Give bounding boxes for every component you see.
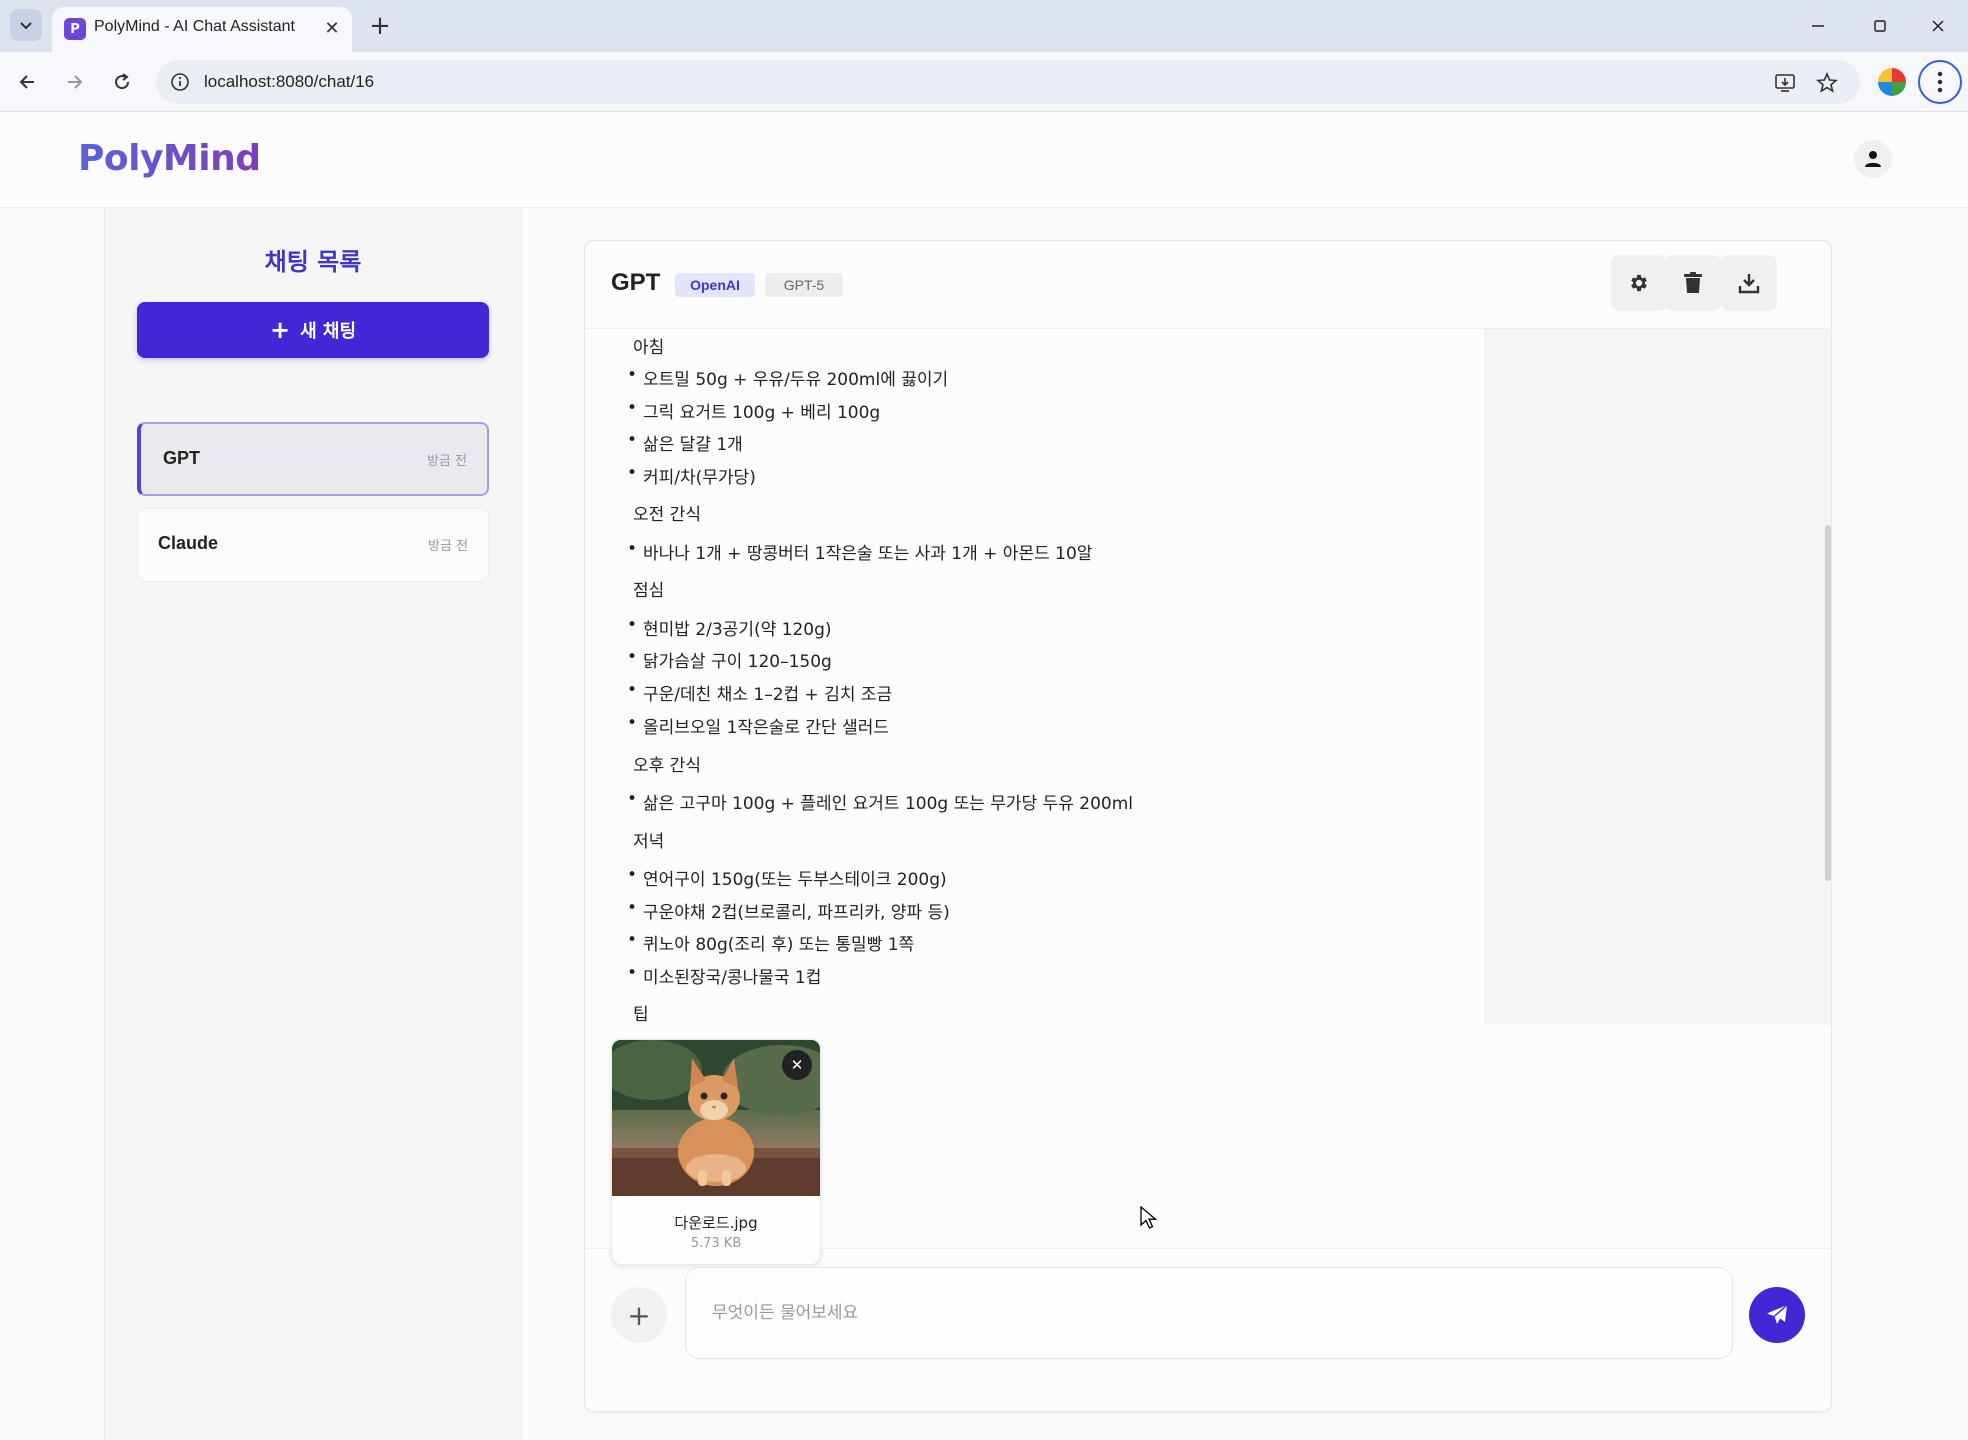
url-text[interactable]: localhost:8080/chat/16	[204, 72, 374, 92]
chat-item-time: 방금 전	[426, 454, 467, 469]
attachment-file-name: 다운로드.jpg	[674, 1214, 758, 1232]
message-list-item: 오트밀 50g + 우유/두유 200ml에 끓이기	[627, 365, 948, 390]
add-attachment-button[interactable]: +	[611, 1287, 667, 1343]
minimize-window-button[interactable]	[1800, 10, 1836, 42]
chat-item-gpt[interactable]: GPT 방금 전	[137, 422, 489, 496]
message-section-title: 점심	[633, 581, 665, 601]
chat-item-name: Claude	[158, 533, 219, 553]
message-composer: +	[585, 1249, 1831, 1411]
chat-item-time: 방금 전	[427, 539, 468, 554]
message-section-title: 오후 간식	[633, 756, 701, 776]
message-scrollbar[interactable]	[1823, 329, 1831, 1025]
sidebar-title: 채팅 목록	[264, 248, 362, 276]
download-icon	[1738, 274, 1760, 294]
message-list-item: 연어구이 150g(또는 두부스테이크 200g)	[627, 865, 947, 890]
message-section-title: 오전 간식	[633, 505, 701, 525]
back-button[interactable]	[12, 66, 44, 98]
message-list-item: 커피/차(무가당)	[627, 463, 756, 488]
model-version-badge: GPT-5	[765, 273, 843, 297]
attachment-card: ✕ 다운로드.jpg 5.73 KB	[611, 1039, 821, 1265]
plus-icon: +	[269, 316, 291, 344]
chat-item-claude[interactable]: Claude 방금 전	[137, 508, 489, 582]
assistant-message: 아침 오트밀 50g + 우유/두유 200ml에 끓이기 그릭 요거트 100…	[611, 329, 1511, 1025]
maximize-icon	[1874, 20, 1886, 32]
browser-toolbar: localhost:8080/chat/16	[0, 52, 1968, 112]
new-chat-button[interactable]: + 새 채팅	[137, 302, 489, 358]
tab-search-button[interactable]	[10, 9, 42, 41]
delete-chat-button[interactable]	[1665, 255, 1721, 311]
send-button[interactable]	[1749, 1287, 1805, 1343]
chat-item-name: GPT	[163, 448, 201, 468]
chat-header: GPT OpenAI GPT-5	[585, 241, 1831, 329]
message-list-item: 현미밥 2/3공기(약 120g)	[627, 615, 831, 640]
close-icon	[1932, 20, 1944, 32]
message-list-item: 구운야채 2컵(브로콜리, 파프리카, 양파 등)	[627, 898, 950, 923]
minimize-icon	[1812, 25, 1824, 27]
message-list-item: 그릭 요거트 100g + 베리 100g	[627, 398, 880, 423]
close-window-button[interactable]	[1920, 10, 1956, 42]
more-vertical-icon	[1937, 71, 1943, 93]
gear-icon	[1631, 274, 1647, 292]
message-list-item: 미소된장국/콩나물국 1컵	[627, 963, 821, 988]
bookmark-star-icon[interactable]	[1814, 70, 1840, 96]
extension-icon[interactable]	[1878, 68, 1906, 96]
message-list-item: 삶은 고구마 100g + 플레인 요거트 100g 또는 무가당 두유 200…	[627, 789, 1133, 814]
message-list[interactable]: 아침 오트밀 50g + 우유/두유 200ml에 끓이기 그릭 요거트 100…	[585, 329, 1831, 1025]
trash-icon	[1684, 272, 1702, 293]
chevron-down-icon	[20, 22, 32, 30]
message-list-item: 바나나 1개 + 땅콩버터 1작은술 또는 사과 1개 + 아몬드 10알	[627, 539, 1092, 564]
message-list-item: 구운/데친 채소 1–2컵 + 김치 조금	[627, 680, 892, 705]
model-name: GPT	[611, 269, 661, 296]
message-section-title: 저녁	[633, 832, 665, 852]
message-list-item: 닭가슴살 구이 120–150g	[627, 647, 832, 672]
forward-button[interactable]	[58, 66, 90, 98]
message-list-item: 올리브오일 1작은술로 간단 샐러드	[627, 713, 889, 738]
app-header: PolyMind	[0, 112, 1968, 208]
browser-menu-button[interactable]	[1918, 60, 1962, 104]
install-app-icon[interactable]	[1772, 70, 1798, 96]
mouse-cursor-icon	[1140, 1206, 1158, 1229]
attachment-preview-area: ✕ 다운로드.jpg 5.73 KB	[585, 1025, 1831, 1265]
download-chat-button[interactable]	[1721, 255, 1777, 311]
remove-attachment-button[interactable]: ✕	[782, 1050, 812, 1080]
arrow-right-icon	[68, 75, 83, 89]
maximize-window-button[interactable]	[1862, 10, 1898, 42]
scrollbar-thumb[interactable]	[1825, 525, 1831, 881]
message-list-item: 퀴노아 80g(조리 후) 또는 통밀빵 1쪽	[627, 930, 914, 955]
message-section-title: 팁	[633, 1005, 649, 1025]
new-tab-button[interactable]: +	[364, 10, 396, 42]
tab-close-icon[interactable]: ✕	[320, 16, 344, 40]
site-info-icon[interactable]	[168, 70, 192, 94]
tab-title: PolyMind - AI Chat Assistant	[94, 18, 295, 35]
new-chat-label: 새 채팅	[300, 321, 357, 342]
message-list-item: 삶은 달걀 1개	[627, 430, 743, 455]
browser-tab-active[interactable]: P PolyMind - AI Chat Assistant ✕	[52, 7, 352, 52]
message-side-area	[1485, 329, 1825, 1025]
arrow-left-icon	[19, 75, 34, 89]
address-bar[interactable]: localhost:8080/chat/16	[156, 60, 1860, 104]
chat-panel: GPT OpenAI GPT-5 아침 오트밀 50g + 우유/두유 200m…	[584, 240, 1832, 1412]
user-profile-button[interactable]	[1854, 140, 1892, 178]
polymind-logo[interactable]: PolyMind	[78, 138, 261, 179]
user-icon	[1865, 151, 1881, 167]
polymind-favicon-icon: P	[64, 18, 86, 40]
reload-button[interactable]	[106, 66, 138, 98]
message-section-title: 아침	[633, 338, 665, 358]
settings-button[interactable]	[1611, 255, 1667, 311]
message-input[interactable]	[685, 1267, 1733, 1359]
attachment-thumbnail: ✕	[612, 1040, 820, 1196]
paper-plane-icon	[1767, 1304, 1788, 1324]
reload-icon	[115, 73, 130, 90]
browser-tab-bar: P PolyMind - AI Chat Assistant ✕ +	[0, 0, 1968, 52]
provider-badge: OpenAI	[675, 273, 755, 297]
chat-list-sidebar: 채팅 목록 + 새 채팅 GPT 방금 전 Claude 방금 전	[104, 208, 522, 1440]
